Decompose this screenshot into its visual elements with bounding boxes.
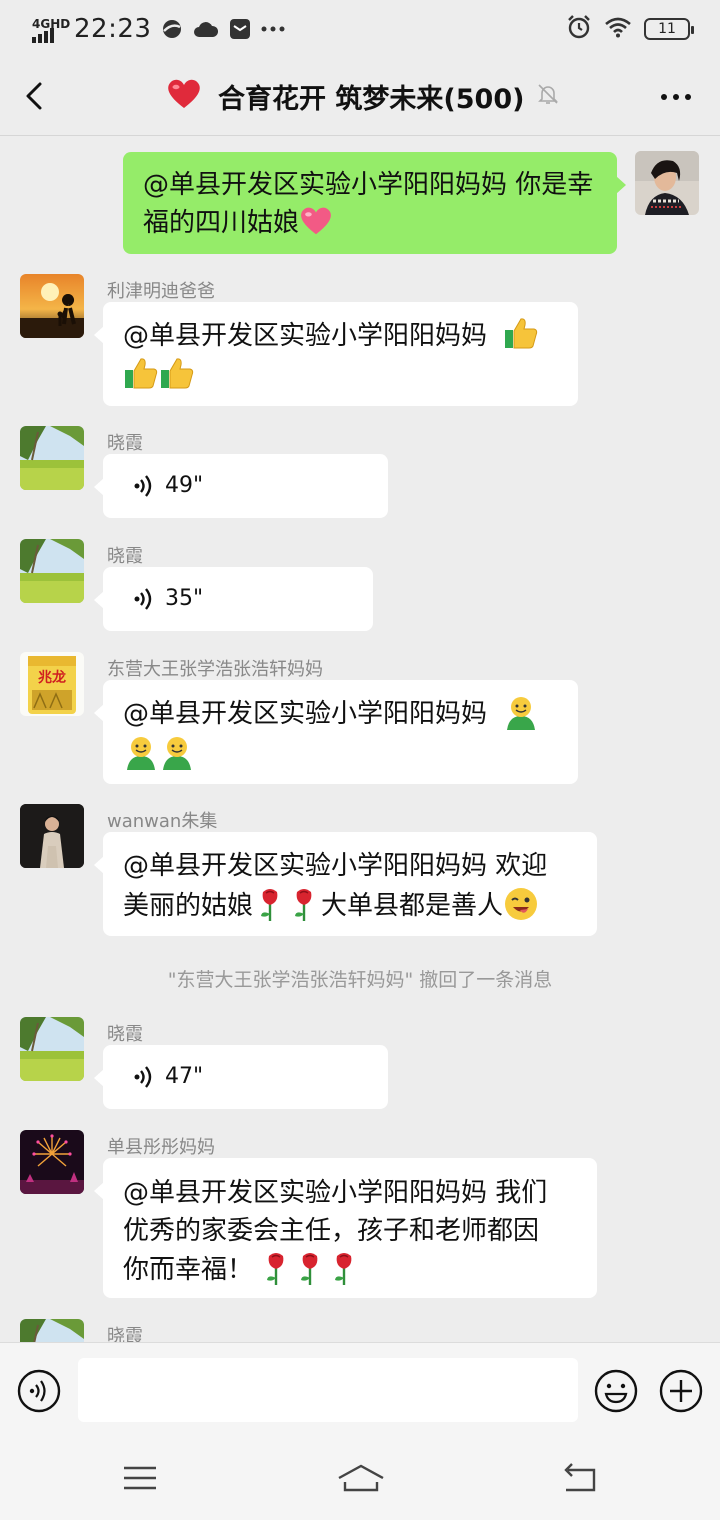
voice-message[interactable]: 47" xyxy=(94,1045,388,1109)
message-bubble[interactable]: @单县开发区实验小学阳阳妈妈 xyxy=(94,680,578,784)
message-text: @单县开发区实验小学阳阳妈妈 你是幸福的四川姑娘 xyxy=(143,170,594,238)
voice-duration: 49" xyxy=(165,473,204,498)
my-avatar[interactable] xyxy=(635,151,699,215)
voice-wave-icon xyxy=(134,1066,152,1088)
message-bubble[interactable]: @单县开发区实验小学阳阳妈妈 欢迎 美丽的姑娘 大单县都是善人 xyxy=(94,832,597,936)
back-arrow-icon[interactable] xyxy=(18,78,54,114)
menu-icon[interactable] xyxy=(120,1458,160,1498)
avatar-sunset[interactable] xyxy=(20,274,84,338)
voice-wave-icon xyxy=(134,588,152,610)
message-text: @单县开发区实验小学阳阳妈妈 欢迎 xyxy=(123,851,548,881)
sender-name: 利津明迪爸爸 xyxy=(107,281,215,302)
battery-indicator: 11 xyxy=(644,18,694,40)
voice-duration: 35" xyxy=(165,586,204,611)
smiley-person-emoji-icon xyxy=(159,734,195,770)
sender-name: 晓霞 xyxy=(107,1326,143,1342)
message-text: @单县开发区实验小学阳阳妈妈 我们 xyxy=(123,1178,548,1208)
message-bubble[interactable]: @单县开发区实验小学阳阳妈妈 我们 优秀的家委会主任，孩子和老师都因 你而幸福！ xyxy=(94,1158,597,1298)
alarm-icon xyxy=(566,14,592,44)
input-bar xyxy=(0,1342,720,1436)
recall-notice: "东营大王张学浩张浩轩妈妈" 撤回了一条消息 xyxy=(167,969,553,991)
message-text: 大单县都是善人 xyxy=(321,891,504,921)
cloud-icon xyxy=(193,19,219,39)
plus-icon[interactable] xyxy=(658,1368,704,1414)
message-input[interactable] xyxy=(78,1358,578,1422)
thumbs-up-emoji-icon xyxy=(503,316,539,350)
rose-emoji-icon xyxy=(261,889,278,921)
message-text: 你而幸福！ xyxy=(123,1255,254,1285)
avatar-landscape[interactable] xyxy=(20,1319,84,1342)
status-bar: 4GHD 22:23 11 xyxy=(0,0,720,58)
home-icon[interactable] xyxy=(337,1458,385,1498)
sender-name: wanwan朱集 xyxy=(107,811,218,832)
avatar-person-portrait[interactable] xyxy=(20,804,84,868)
emoji-icon[interactable] xyxy=(593,1368,639,1414)
voice-wave-icon xyxy=(134,475,152,497)
back-nav-icon[interactable] xyxy=(558,1458,598,1498)
title-bar: 合育花开 筑梦未来(500) xyxy=(0,58,720,136)
message-text: 美丽的姑娘 xyxy=(123,891,254,921)
thumbs-up-emoji-icon xyxy=(123,356,159,390)
voice-duration: 47" xyxy=(165,1064,204,1089)
message-text: @单县开发区实验小学阳阳妈妈 xyxy=(123,699,488,729)
mute-bell-icon xyxy=(536,82,560,110)
avatar-rice-bag[interactable]: 兆龙 xyxy=(20,652,84,716)
system-nav-bar xyxy=(0,1436,720,1520)
rose-emoji-icon xyxy=(301,1253,318,1285)
voice-message[interactable]: 49" xyxy=(94,454,388,518)
heart-icon xyxy=(166,78,202,114)
smiley-person-emoji-icon xyxy=(123,734,159,770)
more-options-icon[interactable] xyxy=(658,82,694,112)
my-message-bubble[interactable]: @单县开发区实验小学阳阳妈妈 你是幸福的四川姑娘 xyxy=(123,152,626,254)
smiley-person-emoji-icon xyxy=(503,694,539,730)
voice-message[interactable]: 35" xyxy=(94,567,373,631)
chat-title-area: 合育花开 筑梦未来(500) xyxy=(166,76,560,116)
sender-name: 东营大王张学浩张浩轩妈妈 xyxy=(107,659,323,680)
sender-name: 晓霞 xyxy=(107,1024,143,1045)
pink-heart-emoji-icon xyxy=(301,207,331,235)
signal-icon: 4GHD xyxy=(32,15,70,43)
message-list[interactable]: @单县开发区实验小学阳阳妈妈 你是幸福的四川姑娘 利津明迪爸爸 @单县开发区实验… xyxy=(0,137,720,1342)
winking-face-emoji-icon xyxy=(505,888,538,920)
voice-input-icon[interactable] xyxy=(16,1368,62,1414)
thumbs-up-emoji-icon xyxy=(159,356,195,390)
avatar-landscape[interactable] xyxy=(20,539,84,603)
message-text: 优秀的家委会主任，孩子和老师都因 xyxy=(123,1216,540,1246)
screen: 4GHD 22:23 11 合育花开 筑梦未来(500) @单县开发区实验小学阳… xyxy=(0,0,720,1520)
avatar-fireworks[interactable] xyxy=(20,1130,84,1194)
chat-title: 合育花开 筑梦未来(500) xyxy=(218,83,525,115)
more-notifications-icon xyxy=(261,26,285,32)
rose-emoji-icon xyxy=(295,889,312,921)
wifi-icon xyxy=(604,16,632,42)
clock: 22:23 xyxy=(74,14,152,44)
avatar-landscape[interactable] xyxy=(20,1017,84,1081)
avatar-landscape[interactable] xyxy=(20,426,84,490)
browser-icon xyxy=(161,18,183,40)
rose-emoji-icon xyxy=(335,1253,352,1285)
message-text: @单县开发区实验小学阳阳妈妈 xyxy=(123,321,488,351)
message-bubble[interactable]: @单县开发区实验小学阳阳妈妈 xyxy=(94,302,578,406)
rice-bag-logo-text: 兆龙 xyxy=(38,669,66,686)
sender-name: 晓霞 xyxy=(107,546,143,567)
sender-name: 晓霞 xyxy=(107,433,143,454)
mail-icon xyxy=(229,18,251,40)
rose-emoji-icon xyxy=(267,1253,284,1285)
sender-name: 单县彤彤妈妈 xyxy=(107,1137,215,1158)
